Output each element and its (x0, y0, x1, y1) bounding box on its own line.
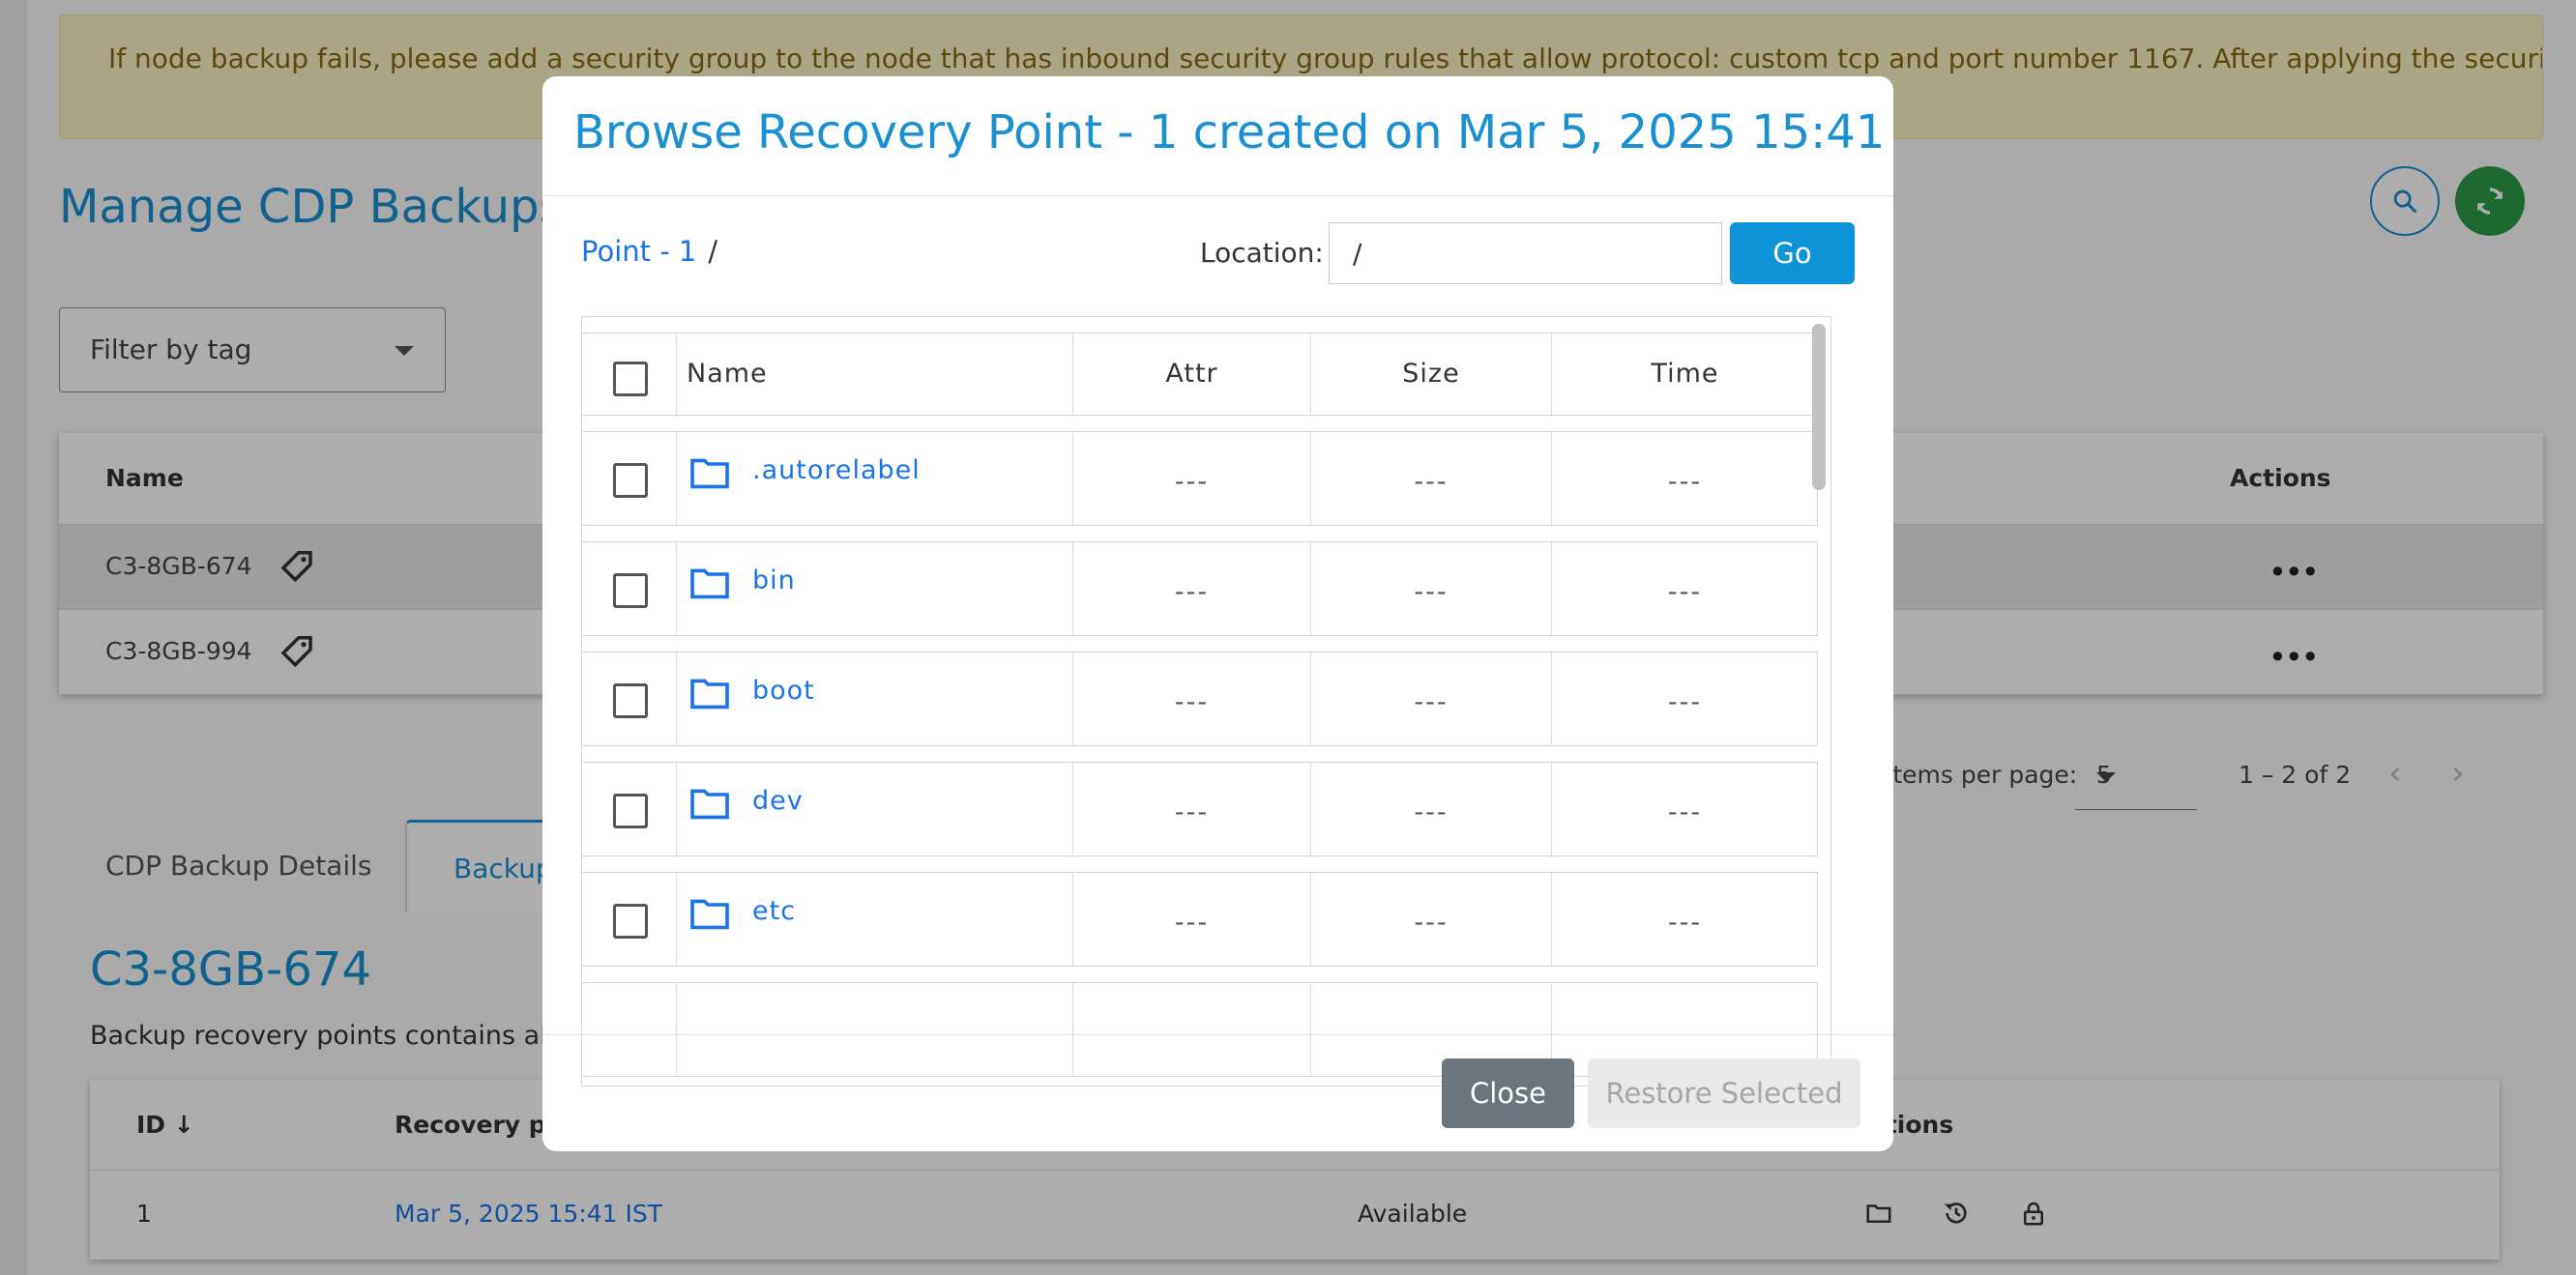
file-attr: --- (1174, 797, 1210, 827)
folder-icon (690, 899, 729, 930)
file-row[interactable]: .autorelabel --- --- --- (582, 431, 1818, 526)
folder-icon (690, 458, 729, 489)
file-list-header: Name Attr Size Time (582, 333, 1818, 416)
location-input[interactable] (1329, 222, 1722, 284)
file-row[interactable]: dev --- --- --- (582, 762, 1818, 856)
file-size: --- (1414, 577, 1449, 607)
restore-selected-button[interactable]: Restore Selected (1588, 1058, 1860, 1128)
folder-icon (690, 679, 729, 710)
browse-recovery-point-dialog: Browse Recovery Point - 1 created on Mar… (542, 76, 1893, 1151)
file-name-link[interactable]: etc (752, 896, 796, 926)
dialog-title: Browse Recovery Point - 1 created on Mar… (573, 105, 1893, 159)
file-size: --- (1414, 797, 1449, 827)
row-checkbox[interactable] (613, 463, 648, 498)
row-checkbox[interactable] (613, 794, 648, 828)
file-size: --- (1414, 908, 1449, 938)
folder-icon (690, 568, 729, 599)
file-name-link[interactable]: dev (752, 786, 804, 816)
file-name-link[interactable]: bin (752, 565, 796, 595)
file-attr: --- (1174, 467, 1210, 497)
select-all-checkbox[interactable] (613, 362, 648, 396)
column-name: Name (687, 359, 768, 389)
file-attr: --- (1174, 908, 1210, 938)
file-time: --- (1667, 467, 1703, 497)
file-size: --- (1414, 467, 1449, 497)
breadcrumb: Point - 1 / (581, 235, 717, 268)
file-row[interactable]: etc --- --- --- (582, 872, 1818, 967)
dialog-footer: Close Restore Selected (542, 1034, 1893, 1151)
scrollbar-thumb[interactable] (1812, 324, 1826, 490)
row-checkbox[interactable] (613, 573, 648, 608)
file-time: --- (1667, 797, 1703, 827)
file-time: --- (1667, 687, 1703, 717)
go-button[interactable]: Go (1730, 222, 1855, 284)
file-time: --- (1667, 908, 1703, 938)
location-label: Location: (1200, 237, 1324, 269)
row-checkbox[interactable] (613, 683, 648, 718)
folder-icon (690, 789, 729, 820)
file-attr: --- (1174, 577, 1210, 607)
file-row[interactable]: boot --- --- --- (582, 652, 1818, 746)
file-list-scrollbar[interactable] (1808, 324, 1830, 1087)
file-attr: --- (1174, 687, 1210, 717)
file-name-link[interactable]: boot (752, 676, 815, 706)
file-list[interactable]: Name Attr Size Time .autorelabel --- ---… (581, 316, 1831, 1087)
breadcrumb-separator: / (708, 235, 718, 268)
column-size: Size (1402, 359, 1460, 389)
breadcrumb-point-link[interactable]: Point - 1 (581, 235, 696, 268)
file-size: --- (1414, 687, 1449, 717)
column-attr: Attr (1165, 359, 1218, 389)
file-name-link[interactable]: .autorelabel (752, 455, 921, 485)
file-row[interactable]: bin --- --- --- (582, 541, 1818, 636)
close-button[interactable]: Close (1442, 1058, 1574, 1128)
file-time: --- (1667, 577, 1703, 607)
row-checkbox[interactable] (613, 904, 648, 939)
dialog-header: Browse Recovery Point - 1 created on Mar… (542, 76, 1893, 196)
column-time: Time (1651, 359, 1719, 389)
